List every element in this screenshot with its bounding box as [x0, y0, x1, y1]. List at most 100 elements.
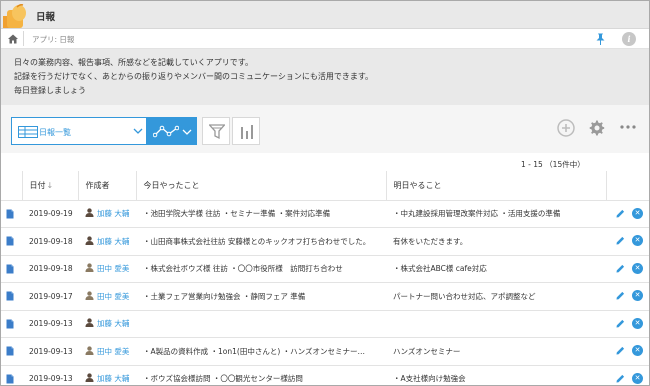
title-bar: 日報 — [1, 1, 649, 29]
close-icon[interactable]: ✕ — [632, 207, 643, 219]
row-actions: ✕ — [606, 289, 649, 303]
close-icon[interactable]: ✕ — [632, 317, 643, 329]
line-chart-icon — [153, 125, 179, 138]
close-icon[interactable]: ✕ — [632, 235, 643, 247]
pencil-icon[interactable] — [616, 346, 625, 355]
row-actions: ✕ — [606, 317, 649, 331]
document-icon[interactable] — [6, 319, 14, 329]
author-link[interactable]: 田中 愛美 — [97, 347, 129, 356]
date-cell: 2019-09-18 — [22, 255, 78, 283]
info-icon[interactable]: i — [622, 32, 636, 46]
date-cell: 2019-09-18 — [22, 227, 78, 256]
document-icon[interactable] — [6, 209, 14, 219]
pencil-icon[interactable] — [616, 374, 625, 383]
author-cell: 田中 愛美 — [78, 337, 136, 366]
today-cell: ・池田学院大学様 往訪 ・セミナー準備 ・案件対応準備 — [136, 200, 386, 228]
date-cell: 2019-09-19 — [22, 200, 78, 228]
close-icon[interactable]: ✕ — [632, 372, 643, 384]
document-icon[interactable] — [6, 346, 14, 356]
pencil-icon[interactable] — [616, 236, 625, 245]
document-icon[interactable] — [6, 264, 14, 274]
close-icon[interactable]: ✕ — [632, 290, 643, 302]
date-cell: 2019-09-13 — [22, 337, 78, 366]
pencil-icon[interactable] — [616, 319, 625, 328]
pencil-icon[interactable] — [616, 264, 625, 273]
row-actions: ✕ — [606, 207, 649, 221]
view-select-label: 日報一覧 — [39, 128, 71, 137]
author-cell: 田中 愛美 — [78, 282, 136, 311]
breadcrumb[interactable]: アプリ: 日報 — [32, 34, 74, 45]
chevron-down-icon — [182, 129, 192, 135]
table-row[interactable]: 2019-09-18 田中 愛美 ・株式会社ボウズ様 往訪 ・〇〇市役所様 訪問打ち… — [1, 255, 649, 283]
author-cell: 加藤 大輔 — [78, 200, 136, 228]
row-actions: ✕ — [606, 344, 649, 358]
sort-arrow-icon[interactable]: ↓ — [47, 181, 54, 190]
today-cell — [136, 310, 386, 338]
description-line: 毎日登録しましょう — [14, 86, 86, 95]
table-row[interactable]: 2019-09-13 加藤 大輔 ・ボウズ協会様訪問 ・〇〇観光センター様訪問 ・A支… — [1, 365, 649, 385]
filter-button[interactable] — [202, 117, 230, 145]
actions-cell: ✕ — [606, 200, 649, 228]
today-cell: ・株式会社ボウズ様 往訪 ・〇〇市役所様 訪問打ち合わせ — [136, 255, 386, 283]
avatar-icon — [85, 263, 94, 273]
grid-icon — [18, 126, 38, 138]
tomorrow-cell: 有休をいただきます。 — [386, 227, 606, 256]
avatar-icon — [85, 318, 94, 328]
table-row[interactable]: 2019-09-13 田中 愛美 ・A製品の資料作成 ・1on1(田中さんと) ・ハ… — [1, 337, 649, 366]
graph-button[interactable] — [147, 117, 197, 145]
tomorrow-cell: ・株式会社ABC様 cafe対応 — [386, 255, 606, 283]
breadcrumb-separator — [23, 31, 24, 46]
plus-icon[interactable] — [557, 119, 575, 137]
description-line: 日々の業務内容、報告事項、所感などを記載していくアプリです。 — [14, 58, 253, 67]
header-date[interactable]: 日付↓ — [22, 171, 79, 201]
actions-cell: ✕ — [606, 255, 649, 283]
view-toolbar: 日報一覧 — [1, 105, 649, 153]
table-row[interactable]: 2019-09-18 加藤 大輔 ・山田商事株式会社往訪 安藤様とのキックオフ打ち合… — [1, 227, 649, 256]
close-icon[interactable]: ✕ — [632, 345, 643, 357]
record-cell — [1, 200, 22, 228]
view-select[interactable]: 日報一覧 — [11, 117, 147, 145]
document-icon[interactable] — [6, 374, 14, 384]
actions-cell: ✕ — [606, 227, 649, 256]
date-cell: 2019-09-13 — [22, 365, 78, 385]
author-link[interactable]: 田中 愛美 — [97, 292, 129, 301]
header-date-label: 日付 — [29, 180, 46, 190]
table-row[interactable]: 2019-09-19 加藤 大輔 ・池田学院大学様 往訪 ・セミナー準備 ・案件対応… — [1, 200, 649, 228]
author-link[interactable]: 加藤 大輔 — [97, 237, 129, 246]
header-icon-cell — [1, 171, 23, 201]
date-cell: 2019-09-13 — [22, 310, 78, 338]
pencil-icon[interactable] — [616, 209, 625, 218]
actions-cell: ✕ — [606, 310, 649, 338]
author-link[interactable]: 加藤 大輔 — [97, 319, 129, 328]
today-cell: ・ボウズ協会様訪問 ・〇〇観光センター様訪問 — [136, 365, 386, 385]
avatar-icon — [85, 291, 94, 300]
close-icon[interactable]: ✕ — [632, 262, 643, 274]
more-icon[interactable] — [620, 123, 636, 131]
author-link[interactable]: 田中 愛美 — [97, 264, 129, 273]
graph-chart-button[interactable] — [232, 117, 260, 145]
chevron-down-icon — [133, 128, 143, 134]
table-row[interactable]: 2019-09-13 加藤 大輔 ✕ — [1, 310, 649, 338]
avatar-icon — [85, 236, 94, 245]
document-icon[interactable] — [6, 236, 14, 246]
today-cell: ・A製品の資料作成 ・1on1(田中さんと) ・ハンズオンセミナー… — [136, 337, 386, 366]
pencil-icon[interactable] — [616, 291, 625, 300]
gear-icon[interactable] — [589, 120, 605, 136]
header-tomorrow[interactable]: 明日やること — [386, 171, 607, 201]
header-today[interactable]: 今日やったこと — [136, 171, 387, 201]
header-author[interactable]: 作成者 — [78, 171, 137, 201]
tomorrow-cell — [386, 310, 606, 338]
author-link[interactable]: 加藤 大輔 — [97, 209, 129, 218]
app-description: 日々の業務内容、報告事項、所感などを記載していくアプリです。 記録を行うだけでな… — [1, 49, 649, 105]
author-link[interactable]: 加藤 大輔 — [97, 374, 129, 383]
pin-icon[interactable] — [596, 33, 605, 45]
table-row[interactable]: 2019-09-17 田中 愛美 ・土業フェア営業向け勉強会 ・静岡フェア 準備 パー… — [1, 282, 649, 311]
row-actions: ✕ — [606, 262, 649, 276]
document-icon[interactable] — [6, 291, 14, 301]
description-line: 記録を行うだけでなく、あとからの振り返りやメンバー間のコミュニケーションにも活用… — [14, 72, 374, 81]
tomorrow-cell: パートナー問い合わせ対応、アポ調整など — [386, 282, 606, 311]
author-cell: 加藤 大輔 — [78, 310, 136, 338]
home-icon[interactable] — [8, 34, 18, 44]
record-cell — [1, 337, 22, 366]
avatar-icon — [85, 346, 94, 355]
